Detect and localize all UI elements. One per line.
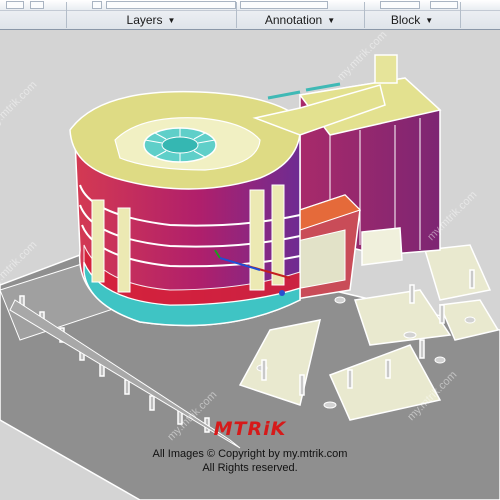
layer-dropdown[interactable] (106, 1, 236, 9)
panel-block[interactable]: Block ▼ (364, 11, 460, 29)
chevron-down-icon: ▼ (327, 16, 336, 25)
panel-annotation[interactable]: Annotation ▼ (236, 11, 364, 29)
copyright-line: All Images © Copyright by my.mtrik.com (152, 448, 348, 460)
tool-button[interactable] (6, 1, 24, 9)
rights-line: All Rights reserved. (202, 462, 298, 474)
ribbon-tool-row (0, 0, 500, 11)
block-tool-box[interactable] (430, 1, 458, 9)
tool-button[interactable] (30, 1, 44, 9)
block-tool-box[interactable] (380, 1, 420, 9)
ribbon-panel-bar: Layers ▼ Annotation ▼ Block ▼ (0, 0, 500, 30)
mtrik-logo: MTRiK (213, 418, 287, 440)
annotation-tool-box[interactable] (240, 1, 328, 9)
panel-layers[interactable]: Layers ▼ (66, 11, 236, 29)
chevron-down-icon: ▼ (425, 16, 434, 25)
panel-separator (460, 2, 461, 28)
tool-button[interactable] (92, 1, 102, 9)
panel-label: Block (390, 13, 421, 27)
panel-label: Annotation (264, 13, 323, 27)
panel-label: Layers (126, 13, 163, 27)
chevron-down-icon: ▼ (167, 16, 176, 25)
